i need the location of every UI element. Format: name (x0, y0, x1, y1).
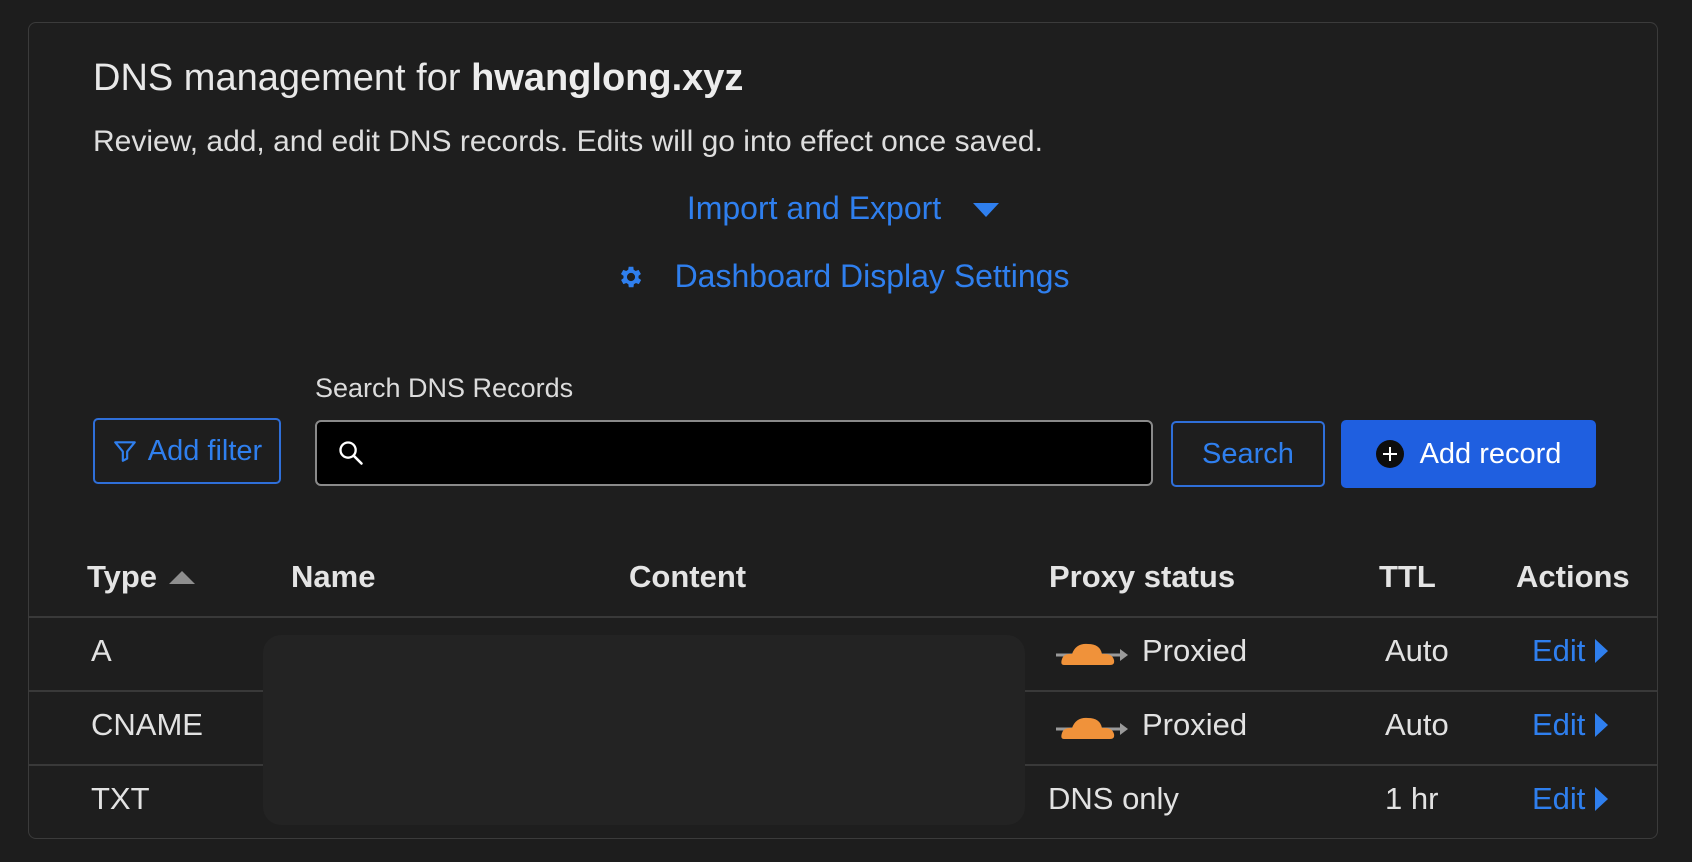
proxy-status-label: Proxied (1142, 707, 1248, 742)
search-field[interactable] (315, 420, 1153, 486)
record-type: A (91, 633, 112, 668)
add-filter-label: Add filter (147, 434, 263, 467)
column-header-actions: Actions (1516, 559, 1630, 594)
plus-circle-icon (1375, 440, 1404, 468)
caret-right-icon (1595, 787, 1609, 811)
proxy-status[interactable]: Proxied (1054, 707, 1247, 743)
column-header-ttl[interactable]: TTL (1379, 559, 1436, 595)
search-label: Search DNS Records (315, 373, 574, 403)
table-divider (29, 616, 1657, 618)
add-filter-button[interactable]: Add filter (93, 418, 281, 484)
dashboard-display-settings-link[interactable]: Dashboard Display Settings (617, 258, 1070, 295)
edit-record-button[interactable]: Edit (1532, 781, 1609, 817)
cloud-proxied-icon (1056, 717, 1128, 739)
edit-label: Edit (1532, 781, 1586, 816)
record-type: CNAME (91, 707, 203, 742)
record-ttl: Auto (1385, 707, 1449, 742)
caret-right-icon (1595, 713, 1609, 737)
redacted-name-content-overlay (263, 635, 1025, 825)
sort-ascending-icon (169, 570, 196, 584)
search-input[interactable] (379, 436, 1151, 470)
search-button[interactable]: Search (1171, 421, 1325, 487)
add-record-label: Add record (1419, 437, 1562, 470)
caret-down-icon (973, 202, 1000, 217)
search-icon (339, 441, 363, 465)
proxy-status-label: Proxied (1142, 633, 1248, 668)
record-type: TXT (91, 781, 150, 816)
record-ttl: Auto (1385, 633, 1449, 668)
edit-label: Edit (1532, 707, 1586, 742)
import-export-label: Import and Export (686, 190, 942, 226)
column-header-proxy-status: Proxy status (1049, 559, 1236, 594)
dns-management-card: DNS management for hwanglong.xyz Review,… (28, 22, 1658, 839)
import-export-link[interactable]: Import and Export (686, 190, 1000, 227)
domain-name: hwanglong.xyz (471, 57, 744, 99)
gear-icon (620, 266, 641, 287)
column-header-content[interactable]: Content (629, 559, 746, 595)
add-record-button[interactable]: Add record (1341, 420, 1596, 488)
edit-record-button[interactable]: Edit (1532, 633, 1609, 669)
page-title: DNS management for hwanglong.xyz (93, 57, 743, 100)
proxy-status-label: DNS only (1048, 781, 1179, 816)
caret-right-icon (1595, 639, 1609, 663)
edit-record-button[interactable]: Edit (1532, 707, 1609, 743)
page-description: Review, add, and edit DNS records. Edits… (93, 125, 1043, 158)
proxy-status[interactable]: Proxied (1054, 633, 1247, 669)
column-header-type-label: Type (87, 559, 158, 594)
cloud-proxied-icon (1056, 643, 1128, 665)
column-header-name[interactable]: Name (291, 559, 375, 595)
record-ttl: 1 hr (1385, 781, 1439, 816)
filter-icon (113, 441, 136, 462)
dashboard-display-settings-label: Dashboard Display Settings (674, 258, 1070, 294)
page-title-prefix: DNS management for (93, 57, 472, 99)
column-header-type[interactable]: Type (87, 559, 196, 595)
edit-label: Edit (1532, 633, 1586, 668)
